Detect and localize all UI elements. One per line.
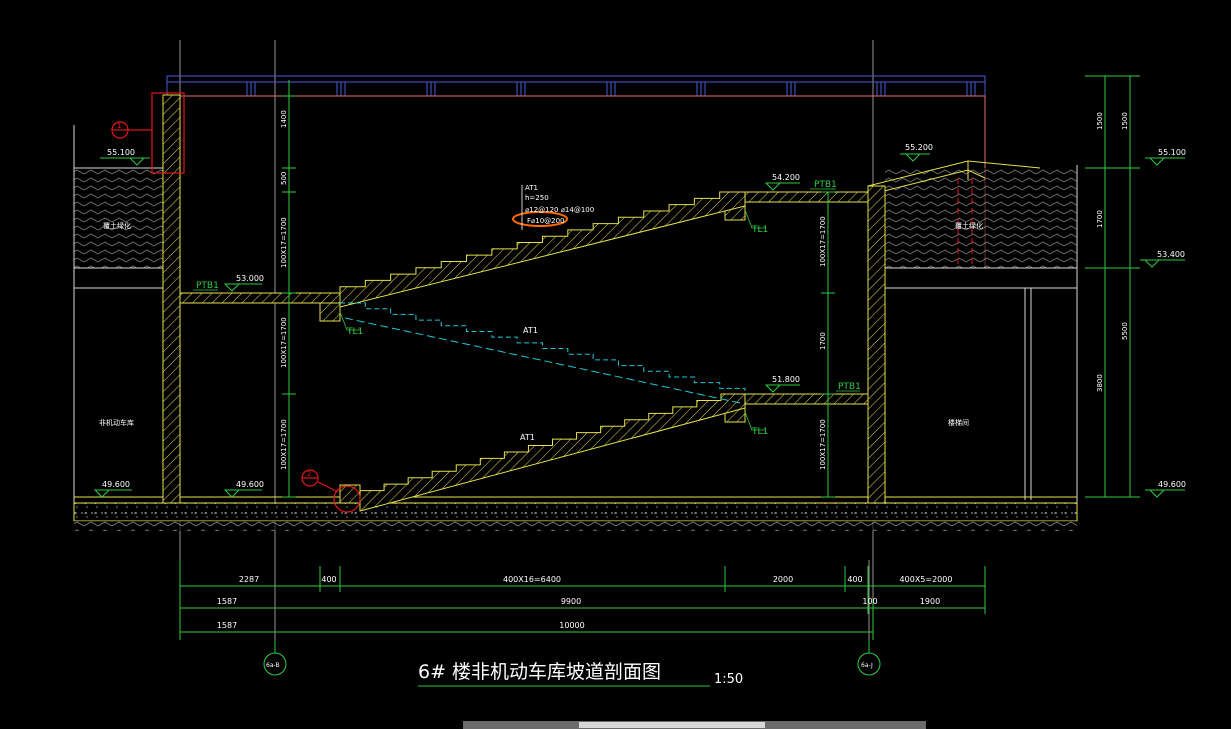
tl-upper: TL1: [751, 225, 768, 235]
right-wall: [867, 185, 886, 504]
level-landing-upper: 54.200: [772, 173, 800, 182]
hidden-stair-flight: [340, 302, 746, 405]
hdim-r1-1: 400: [321, 575, 336, 584]
hidden-flight-soffit: [344, 317, 746, 405]
section-mark-bottom: 2: [307, 470, 311, 478]
room-right-bottom: 楼梯间: [948, 418, 969, 427]
vdim-left-mid: 500: [280, 172, 288, 185]
room-left-top: 覆土绿化: [103, 221, 131, 230]
vdim-far-right-b: 1700: [1096, 210, 1104, 228]
level-landing-right: 51.800: [772, 375, 800, 384]
vdim-far-right-a: 1500: [1096, 112, 1104, 130]
level-right-dim: 53.400: [1157, 250, 1185, 259]
level-landing-left: 53.000: [236, 274, 264, 283]
vdim-far-right-c: 3800: [1096, 374, 1104, 392]
soil-left: [73, 125, 163, 520]
vdim-far-right-d: 1500: [1121, 112, 1129, 130]
stair-flights: [339, 191, 746, 512]
hdim-r1-5: 400X5=2000: [900, 575, 953, 584]
stair-flight-lower: [359, 393, 746, 512]
hdim-r3-0: 1587: [217, 621, 237, 630]
vdim-left-top: 1400: [280, 110, 288, 128]
hdim-r3-1: 10000: [559, 621, 584, 630]
vdim-right-mid: 1700: [819, 332, 827, 350]
hdim-r1-4: 400: [847, 575, 862, 584]
vdim-left-step-upper: 100X17=1700: [280, 217, 288, 268]
section-mark-top: 1: [117, 122, 121, 130]
hdim-r2-0: 1587: [217, 597, 237, 606]
stair-note-line-1: AT1: [525, 184, 538, 192]
grid-label-right: 6a-J: [861, 662, 873, 669]
status-bar-segment: [579, 722, 765, 728]
vdim-right-step-upper: 100X17=1700: [819, 216, 827, 267]
room-right-top: 覆土绿化: [955, 221, 983, 230]
section-drawing: 1 2 6a-B 6a-J 55.100 53.000 49.600 49.60…: [73, 40, 1186, 687]
drawing-title: 6# 楼非机动车库坡道剖面图: [418, 661, 661, 683]
level-top-left: 55.100: [107, 148, 135, 157]
at1-hidden-label: AT1: [523, 326, 538, 335]
tl-right: TL1: [751, 427, 768, 437]
hdim-r1-2: 400X16=6400: [503, 575, 561, 584]
level-top-right: 55.100: [1158, 148, 1186, 157]
hdim-r2-1: 9900: [561, 597, 581, 606]
level-floor-right: 49.600: [1158, 480, 1186, 489]
floor-slab: [73, 496, 1078, 531]
level-floor-inner: 49.600: [236, 480, 264, 489]
hdim-r1-3: 2000: [773, 575, 793, 584]
grid-label-left: 6a-B: [266, 662, 280, 669]
hdim-r1-0: 2287: [239, 575, 259, 584]
vdim-left-step-lower: 100X17=1700: [280, 419, 288, 470]
hdim-r2-3: 1900: [920, 597, 940, 606]
ptb-upper: PTB1: [814, 180, 837, 190]
vdim-right-step-lower: 100X17=1700: [819, 419, 827, 470]
hidden-flight-steps: [340, 302, 746, 394]
ptb-left: PTB1: [196, 281, 219, 291]
hdim-r2-2: 100: [862, 597, 877, 606]
ptb-right: PTB1: [838, 382, 861, 392]
tl-left: TL1: [346, 327, 363, 337]
soil-right: [885, 165, 1078, 520]
level-floor-outer: 49.600: [102, 480, 130, 489]
stair-note-line-3: ⌀12@120 ⌀14@100: [525, 206, 594, 214]
vdim-left-step-mid: 100X17=1700: [280, 317, 288, 368]
stair-note-line-2: h=250: [525, 194, 549, 202]
at1-lower-label: AT1: [520, 433, 535, 442]
room-left-bottom: 非机动车库: [99, 418, 134, 427]
drawing-scale: 1:50: [714, 672, 743, 687]
level-ridge: 55.200: [905, 143, 933, 152]
status-bar: [463, 721, 926, 729]
left-wall: [162, 94, 181, 504]
stair-note-line-4: F⌀10@200: [527, 217, 565, 225]
vdim-far-right-total: 5500: [1121, 322, 1129, 340]
